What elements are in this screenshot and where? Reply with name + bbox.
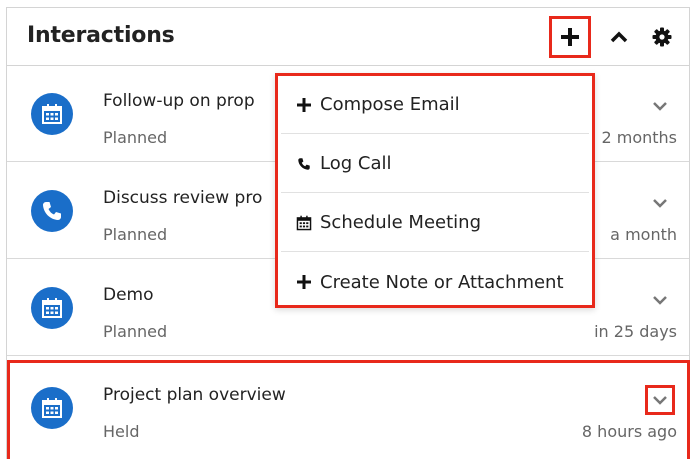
interaction-time: in 25 days bbox=[594, 322, 677, 341]
row-actions-button[interactable] bbox=[647, 287, 673, 313]
phone-icon bbox=[293, 154, 315, 174]
add-button[interactable] bbox=[549, 16, 591, 58]
chevron-down-icon bbox=[653, 102, 667, 111]
collapse-button[interactable] bbox=[604, 16, 634, 58]
settings-button[interactable] bbox=[647, 16, 677, 58]
meeting-avatar bbox=[31, 387, 73, 429]
interaction-time: 8 hours ago bbox=[581, 422, 677, 441]
calendar-icon bbox=[293, 213, 315, 233]
calendar-icon bbox=[42, 298, 62, 318]
meeting-avatar bbox=[31, 287, 73, 329]
chevron-down-icon bbox=[653, 199, 667, 208]
row-actions-button[interactable] bbox=[645, 385, 675, 415]
menu-item-label: Create Note or Attachment bbox=[320, 271, 564, 293]
gear-icon bbox=[652, 27, 672, 47]
meeting-avatar bbox=[31, 93, 73, 135]
interaction-title[interactable]: Discuss review pro bbox=[103, 188, 262, 208]
row-actions-button[interactable] bbox=[647, 190, 673, 216]
menu-item-compose-email[interactable]: Compose Email bbox=[281, 76, 589, 134]
menu-item-label: Log Call bbox=[320, 153, 392, 174]
interaction-time: a month bbox=[610, 225, 677, 244]
interaction-status: Planned bbox=[103, 322, 168, 341]
plus-icon bbox=[561, 28, 579, 46]
plus-icon bbox=[293, 95, 315, 115]
chevron-down-icon bbox=[653, 296, 667, 305]
dashlet-title: Interactions bbox=[27, 23, 175, 48]
interaction-title[interactable]: Demo bbox=[103, 285, 154, 305]
interaction-status: Planned bbox=[103, 128, 168, 147]
interaction-time: 2 months bbox=[601, 128, 677, 147]
menu-item-label: Schedule Meeting bbox=[320, 212, 482, 233]
list-item[interactable]: Project plan overview Held 8 hours ago bbox=[7, 360, 689, 459]
phone-icon bbox=[43, 202, 61, 220]
interaction-title[interactable]: Project plan overview bbox=[103, 385, 286, 405]
interaction-title[interactable]: Follow-up on prop bbox=[103, 91, 255, 111]
create-menu: Compose Email Log Call Schedule Meeting … bbox=[275, 73, 595, 308]
menu-item-log-call[interactable]: Log Call bbox=[281, 135, 589, 193]
menu-item-schedule-meeting[interactable]: Schedule Meeting bbox=[281, 194, 589, 252]
chevron-up-icon bbox=[610, 31, 628, 43]
dashlet-header: Interactions bbox=[7, 8, 689, 66]
interaction-status: Planned bbox=[103, 225, 168, 244]
plus-icon bbox=[293, 272, 315, 292]
menu-item-create-note[interactable]: Create Note or Attachment bbox=[281, 253, 589, 311]
calendar-icon bbox=[42, 398, 62, 418]
menu-item-label: Compose Email bbox=[320, 94, 460, 115]
call-avatar bbox=[31, 190, 73, 232]
calendar-icon bbox=[42, 104, 62, 124]
row-actions-button[interactable] bbox=[647, 93, 673, 119]
interaction-status: Held bbox=[103, 422, 140, 441]
chevron-down-icon bbox=[653, 396, 667, 405]
